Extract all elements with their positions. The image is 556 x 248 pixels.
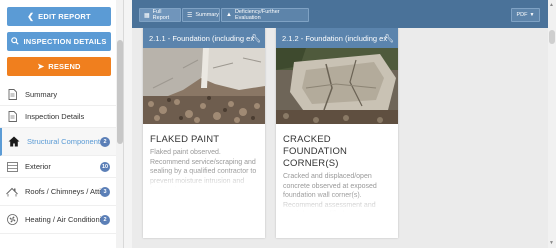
summary-button[interactable]: ☰ Summary [182, 8, 220, 22]
house-icon [8, 136, 20, 148]
sidebar-scrollbar[interactable] [116, 0, 123, 248]
summary-label: Summary [195, 12, 219, 18]
full-report-label: Full Report [152, 9, 170, 21]
pdf-label: PDF [516, 12, 528, 18]
finding-title: FLAKED PAINT [150, 134, 220, 145]
finding-description: Cracked and displaced/open concrete obse… [276, 172, 398, 212]
document-icon [6, 89, 18, 101]
search-icon [11, 36, 20, 47]
caret-down-icon: ▼ [529, 12, 535, 18]
card-header-label: 2.1.1 - Foundation (including ex [149, 33, 255, 43]
scroll-up-icon[interactable]: ▲ [549, 2, 554, 8]
item-count-badge: 2 [100, 214, 110, 225]
finding-description: Flaked paint observed. Recommend service… [143, 148, 265, 188]
sidebar-item-label: Inspection Details [25, 112, 85, 121]
report-toolbar: ▦ Full Report ☰ Summary ▲ Deficiency/Fur… [132, 0, 548, 28]
full-report-button[interactable]: ▦ Full Report [139, 8, 181, 22]
list-icon: ☰ [187, 12, 193, 19]
sidebar-item-label: Summary [25, 90, 58, 99]
inspection-details-button[interactable]: INSPECTION DETAILS [7, 32, 111, 51]
finding-card[interactable]: 2.1.1 - Foundation (including ex 🔧︎ FLAK… [143, 28, 265, 238]
finding-photo[interactable] [276, 48, 398, 124]
scroll-down-icon[interactable]: ▼ [549, 240, 554, 246]
sidebar-scrollbar-thumb[interactable] [117, 40, 123, 144]
item-count-badge: 10 [100, 161, 110, 172]
card-header-label: 2.1.2 - Foundation (including ex [282, 33, 388, 43]
chevron-left-icon: ❮ [27, 12, 35, 21]
inspection-details-label: INSPECTION DETAILS [23, 37, 107, 46]
resend-label: RESEND [48, 62, 81, 71]
roof-icon [6, 186, 18, 198]
sidebar-item-heating[interactable]: Heating / Air Conditioning 2 [0, 206, 116, 234]
main-scrollbar-thumb[interactable] [549, 30, 555, 44]
grid-icon: ▦ [144, 12, 150, 19]
wrench-icon: 🔧︎ [250, 33, 261, 43]
main-scrollbar[interactable]: ▲ ▼ [548, 0, 556, 248]
deficiency-label: Deficiency/Further Evaluation [234, 9, 280, 21]
divider [124, 0, 132, 248]
finding-photo[interactable] [143, 48, 265, 124]
section-nav: Summary Inspection Details Structural Co… [0, 84, 116, 234]
sidebar-item-summary[interactable]: Summary [0, 84, 116, 106]
sidebar-item-inspection-details[interactable]: Inspection Details [0, 106, 116, 128]
siding-icon [6, 161, 18, 173]
card-header: 2.1.1 - Foundation (including ex 🔧︎ [143, 28, 265, 48]
wrench-icon: 🔧︎ [383, 33, 394, 43]
pdf-dropdown-button[interactable]: PDF ▼ [511, 8, 540, 22]
sidebar: ❮ EDIT REPORT INSPECTION DETAILS ➤ RESEN… [0, 0, 124, 248]
item-count-badge: 2 [100, 136, 110, 147]
card-header: 2.1.2 - Foundation (including ex 🔧︎ [276, 28, 398, 48]
report-content: 2.1.1 - Foundation (including ex 🔧︎ FLAK… [132, 28, 548, 248]
sidebar-item-structural-components[interactable]: Structural Components 2 [0, 128, 116, 156]
fan-icon [6, 214, 18, 226]
edit-report-button[interactable]: ❮ EDIT REPORT [7, 7, 111, 26]
sidebar-item-roofs[interactable]: Roofs / Chimneys / Attic 3 [0, 178, 116, 206]
edit-report-label: EDIT REPORT [38, 12, 91, 21]
send-icon: ➤ [37, 62, 45, 71]
item-count-badge: 3 [100, 186, 110, 197]
resend-button[interactable]: ➤ RESEND [7, 57, 111, 76]
finding-card[interactable]: 2.1.2 - Foundation (including ex 🔧︎ CRAC… [276, 28, 398, 238]
document-icon [6, 111, 18, 123]
sidebar-item-exterior[interactable]: Exterior 10 [0, 156, 116, 178]
finding-title: CRACKED FOUNDATION CORNER(S) [283, 134, 348, 169]
warning-icon: ▲ [226, 12, 232, 18]
deficiency-button[interactable]: ▲ Deficiency/Further Evaluation [221, 8, 309, 22]
